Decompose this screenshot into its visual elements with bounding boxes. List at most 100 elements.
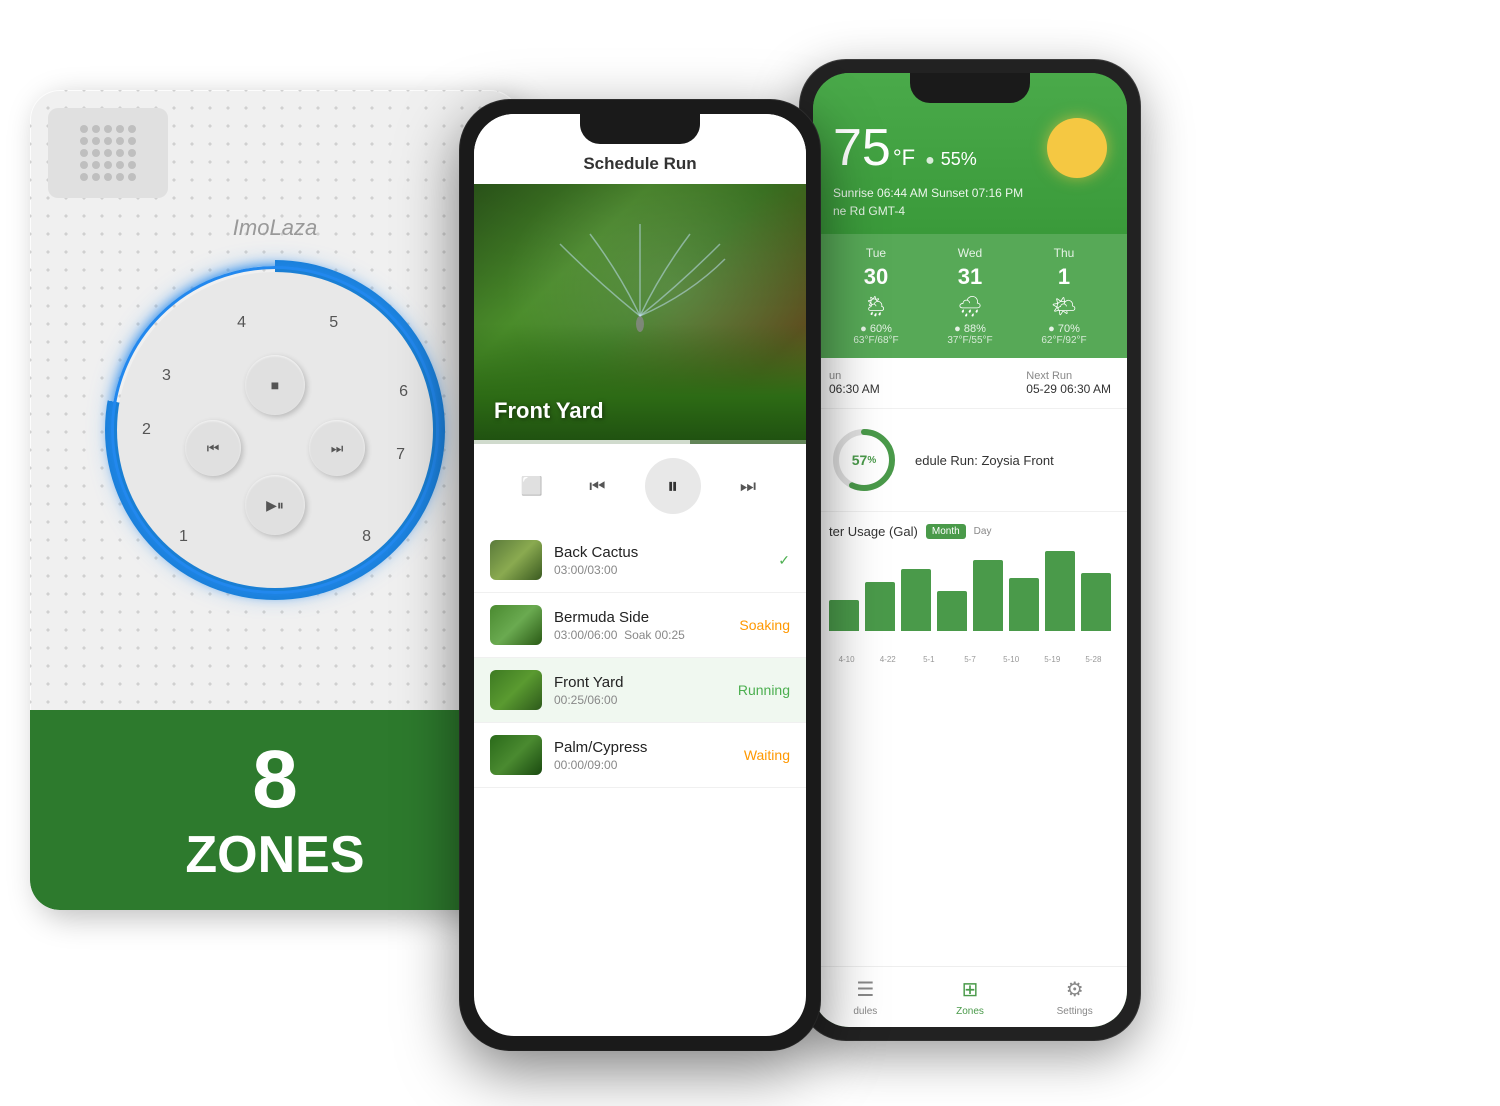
schedules-icon: ☰ (856, 977, 874, 1002)
led-ring: 1 2 3 4 5 6 7 8 ■ ⏮ ⏭ ▶⏸ (105, 260, 445, 600)
zone-item-bermuda[interactable]: Bermuda Side 03:00/06:00 Soak 00:25 Soak… (474, 593, 806, 658)
zone-time-palm: 00:00/09:00 (554, 758, 732, 772)
phone-back: 75 °F ● 55% Sunrise 06:44 AM Sunset 07:1… (800, 60, 1140, 1040)
zone-7-label: 7 (396, 446, 405, 464)
forecast-thu-temps: 62°F/92°F (1017, 335, 1111, 346)
last-run-time: 06:30 AM (829, 382, 880, 396)
zone-time-back-cactus: 03:00/03:00 (554, 563, 766, 577)
nav-zones[interactable]: ⊞ Zones (918, 977, 1023, 1017)
chart-label-1: 4-22 (870, 655, 905, 664)
weather-sunrise-row: Sunrise 06:44 AM Sunset 07:16 PM (833, 186, 1107, 200)
play-pause-ctrl[interactable]: ⏸ (645, 458, 701, 514)
forecast-thu-name: Thu (1017, 246, 1111, 260)
phone-notch-back (910, 73, 1030, 103)
next-ctrl-icon[interactable]: ⏭ (730, 468, 766, 504)
zone-name-back-cactus: Back Cactus (554, 544, 766, 561)
zone-info-palm: Palm/Cypress 00:00/09:00 (554, 739, 732, 772)
weather-temp-display: 75 °F ● 55% (833, 118, 977, 178)
circle-progress: 57% (829, 425, 899, 495)
chart-bar-3 (937, 591, 967, 631)
phone-frame-front: Schedule Run Front Yard (460, 100, 820, 1050)
forecast-wed-name: Wed (923, 246, 1017, 260)
next-button[interactable]: ⏭ (309, 420, 365, 476)
forecast-wed-temps: 37°F/55°F (923, 335, 1017, 346)
phone-front: Schedule Run Front Yard (460, 100, 820, 1050)
sun-icon (1047, 118, 1107, 178)
settings-nav-icon: ⚙ (1066, 977, 1084, 1002)
schedule-run-label: edule Run: Zoysia Front (915, 453, 1054, 468)
chart-label-4: 5-10 (994, 655, 1029, 664)
chart-bar-6 (1045, 551, 1075, 631)
nav-settings-label: Settings (1057, 1006, 1093, 1017)
forecast-tue: Tue 30 🌦 ● 60% 63°F/68°F (829, 246, 923, 346)
chart-bar-0 (829, 600, 859, 631)
control-ring: 1 2 3 4 5 6 7 8 ■ ⏮ ⏭ ▶⏸ (105, 260, 445, 600)
water-usage-section: ter Usage (Gal) Month Day 4-104-225-15-7… (813, 511, 1127, 966)
forecast-thu-date: 1 (1017, 264, 1111, 290)
zone-item-back-cactus[interactable]: Back Cactus 03:00/03:00 ✓ (474, 528, 806, 593)
prev-ctrl-icon[interactable]: ⏮ (579, 468, 615, 504)
nav-settings[interactable]: ⚙ Settings (1022, 977, 1127, 1017)
chart-label-6: 5-28 (1076, 655, 1111, 664)
zone-name-front-yard: Front Yard (554, 674, 726, 691)
chart-label-3: 5-7 (952, 655, 987, 664)
zone-time-front-yard: 00:25/06:00 (554, 693, 726, 707)
device-bottom-panel: 8 ZONES (30, 710, 520, 910)
zone-thumb-back-cactus (490, 540, 542, 580)
day-toggle[interactable]: Day (974, 526, 992, 537)
nav-schedules[interactable]: ☰ dules (813, 977, 918, 1017)
zone-info-front-yard: Front Yard 00:25/06:00 (554, 674, 726, 707)
chart-bar-2 (901, 569, 931, 631)
zone-thumb-bermuda (490, 605, 542, 645)
zone-8-label: 8 (362, 528, 371, 546)
progress-section: 57% edule Run: Zoysia Front (813, 408, 1127, 511)
chart-bar-4 (973, 560, 1003, 631)
water-spray-svg (540, 204, 740, 364)
zone-5-label: 5 (329, 314, 338, 332)
forecast-wed-pct: ● 88% (923, 323, 1017, 335)
chart-area (829, 551, 1111, 651)
temp-unit: °F (893, 145, 915, 171)
humidity-dot: ● (925, 152, 935, 170)
zones-number: 8 (252, 739, 298, 821)
weather-location: ne Rd GMT-4 (833, 204, 1107, 218)
forecast-row: Tue 30 🌦 ● 60% 63°F/68°F Wed 31 🌧 ● 88% … (813, 234, 1127, 358)
zone-1-label: 1 (179, 528, 188, 546)
zone-item-palm[interactable]: Palm/Cypress 00:00/09:00 Waiting (474, 723, 806, 788)
month-toggle[interactable]: Month (926, 524, 966, 539)
zones-nav-icon: ⊞ (962, 977, 979, 1002)
forecast-tue-icon: 🌦 (829, 294, 923, 319)
zone-list: Back Cactus 03:00/03:00 ✓ Bermuda Side (474, 528, 806, 788)
forecast-thu: Thu 1 🌤 ● 70% 62°F/92°F (1017, 246, 1111, 346)
water-usage-title: ter Usage (Gal) (829, 524, 918, 539)
water-usage-header: ter Usage (Gal) Month Day (829, 524, 1111, 539)
zone-4-label: 4 (237, 314, 246, 332)
stop-ctrl-icon[interactable]: ⬜ (514, 468, 550, 504)
nav-zones-label: Zones (956, 1006, 984, 1017)
device-body: ImoLaza 1 2 3 4 5 6 7 8 ■ (30, 90, 520, 910)
prev-button[interactable]: ⏮ (185, 420, 241, 476)
zone-name-bermuda: Bermuda Side (554, 609, 727, 626)
chart-bar-1 (865, 582, 895, 631)
nav-schedules-label: dules (853, 1006, 877, 1017)
chart-label-2: 5-1 (911, 655, 946, 664)
sprinkler-image: Front Yard (474, 184, 806, 444)
humidity-value: 55% (941, 149, 977, 170)
playback-controls[interactable]: ⬜ ⏮ ⏸ ⏭ (474, 444, 806, 528)
schedule-info: un 06:30 AM Next Run 05-29 06:30 AM (813, 358, 1127, 408)
circle-label: 57% (829, 425, 899, 495)
zone-2-label: 2 (142, 421, 151, 439)
zone-item-front-yard[interactable]: Front Yard 00:25/06:00 Running (474, 658, 806, 723)
brand-label: ImoLaza (233, 215, 317, 241)
bottom-nav: ☰ dules ⊞ Zones ⚙ Settings (813, 966, 1127, 1027)
weather-temp: 75 (833, 118, 891, 178)
zones-text: ZONES (185, 829, 364, 881)
progress-bar (474, 440, 806, 444)
stop-button[interactable]: ■ (245, 355, 305, 415)
chart-labels: 4-104-225-15-75-105-195-28 (829, 655, 1111, 664)
next-run-info: Next Run 05-29 06:30 AM (1026, 370, 1111, 396)
play-pause-button[interactable]: ▶⏸ (245, 475, 305, 535)
app-title: Schedule Run (494, 154, 786, 174)
forecast-tue-temps: 63°F/68°F (829, 335, 923, 346)
forecast-tue-pct: ● 60% (829, 323, 923, 335)
